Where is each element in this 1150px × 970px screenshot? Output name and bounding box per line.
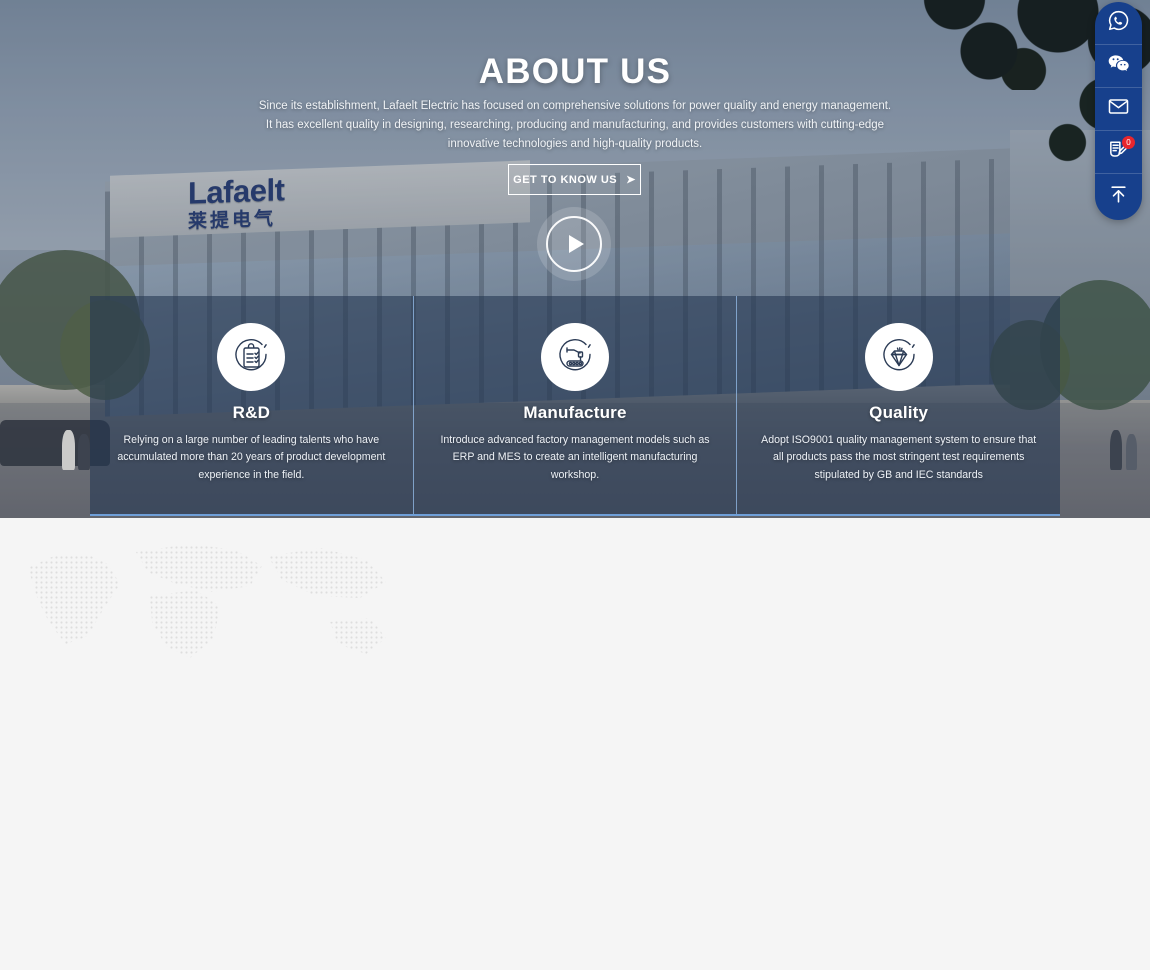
arrow-right-icon: ➤ [626,174,636,186]
feature-card-text: Relying on a large number of leading tal… [117,434,386,481]
feature-card-text: Introduce advanced factory management mo… [440,434,710,481]
floating-contact-rail: 0 [1095,2,1142,220]
hero-section: Lafaelt 莱提电气 ABOUT US Since its establis… [0,0,1150,518]
feature-card-title: Quality [869,403,929,422]
feature-card-quality[interactable]: Quality Adopt ISO9001 quality management… [736,296,1061,514]
feature-card-title: Manufacture [523,403,627,422]
get-to-know-us-button[interactable]: GET TO KNOW US ➤ [508,164,641,195]
back-to-top-icon [1107,183,1130,211]
feature-cards: R&D Relying on a large number of leading… [90,296,1061,516]
inquiry-button[interactable]: 0 [1095,131,1142,174]
page-title: ABOUT US [478,52,672,91]
clipboard-checklist-icon [217,323,286,391]
whatsapp-button[interactable] [1095,2,1142,45]
feature-card-text: Adopt ISO9001 quality management system … [761,434,1037,481]
hero-description: Since its establishment, Lafaelt Electri… [258,100,892,150]
email-button[interactable] [1095,88,1142,131]
feature-card-title: R&D [232,403,271,422]
world-map-dot-pattern [28,544,386,658]
email-icon [1107,95,1130,123]
whatsapp-icon [1107,9,1130,37]
diamond-icon [864,323,933,391]
wechat-button[interactable] [1095,45,1142,88]
inquiry-badge: 0 [1122,136,1135,149]
feature-card-rd[interactable]: R&D Relying on a large number of leading… [90,296,413,514]
back-to-top-button[interactable] [1095,174,1142,220]
robot-arm-conveyor-icon [541,323,609,391]
play-triangle-icon [568,235,584,253]
feature-card-manufacture[interactable]: Manufacture Introduce advanced factory m… [412,296,737,514]
wechat-icon [1106,51,1131,81]
play-video-button[interactable] [537,207,611,281]
get-to-know-us-label: GET TO KNOW US [513,173,618,186]
play-ring [546,216,602,272]
application-section: APPLICATION We use our excellent R&D cap… [0,518,1150,970]
page-root: Lafaelt 莱提电气 ABOUT US Since its establis… [0,0,1150,970]
